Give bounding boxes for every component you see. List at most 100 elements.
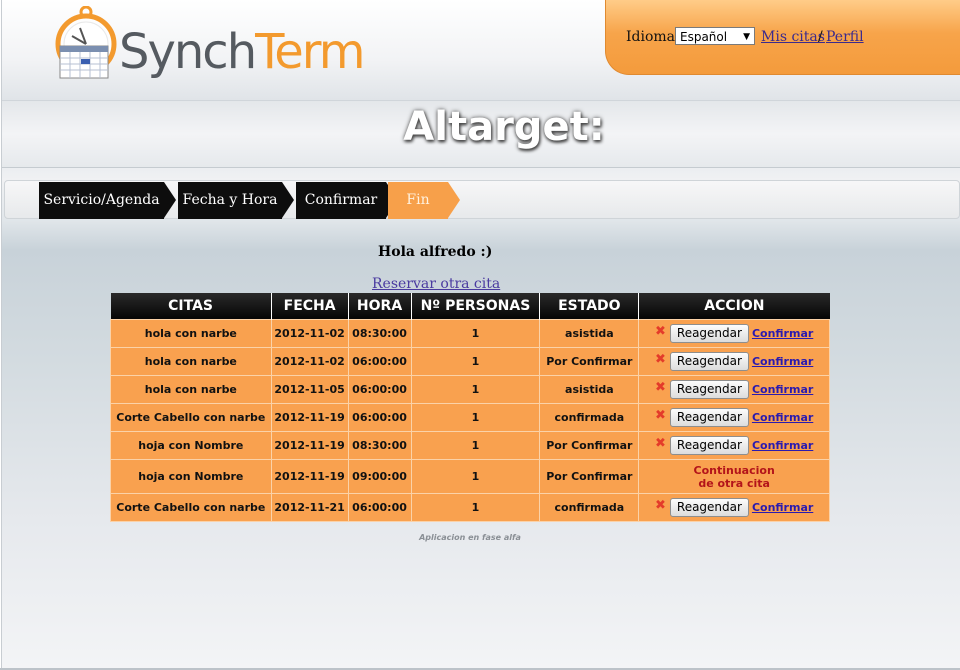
reagendar-button[interactable]: Reagendar bbox=[669, 498, 749, 517]
mis-citas-link[interactable]: Mis citas bbox=[761, 29, 825, 45]
cell-cita: Corte Cabello con narbe bbox=[110, 403, 272, 432]
confirmar-link[interactable]: Confirmar bbox=[752, 383, 813, 396]
language-select[interactable]: Español ▼ bbox=[675, 27, 755, 45]
cell-fecha: 2012-11-19 bbox=[270, 403, 349, 432]
step-label: Fecha y Hora bbox=[182, 192, 278, 208]
cell-cita: hola con narbe bbox=[110, 347, 272, 376]
cell-accion: ✖ Reagendar Confirmar bbox=[638, 375, 830, 404]
continuacion-line-2: de otra cita bbox=[698, 476, 770, 490]
cell-hora: 06:00:00 bbox=[347, 375, 412, 404]
footer-note: Aplicacion en fase alfa bbox=[419, 533, 521, 542]
page: SynchTerm Idioma: Español ▼ Mis citas / … bbox=[1, 0, 960, 668]
continuacion-line-1: Continuacion bbox=[693, 463, 775, 477]
column-header-hora: HORA bbox=[348, 293, 412, 320]
citas-table: CITAS FECHA HORA Nº PERSONAS ESTADO ACCI… bbox=[110, 293, 830, 522]
cell-personas: 1 bbox=[410, 347, 541, 376]
cell-estado: confirmada bbox=[539, 493, 640, 522]
table-row: hola con narbe 2012-11-02 08:30:00 1 asi… bbox=[110, 319, 830, 348]
cell-fecha: 2012-11-02 bbox=[270, 319, 349, 348]
cell-cita: Corte Cabello con narbe bbox=[110, 493, 272, 522]
column-header-estado: ESTADO bbox=[539, 293, 640, 320]
cell-cita: hola con narbe bbox=[110, 375, 272, 404]
cell-fecha: 2012-11-05 bbox=[270, 375, 349, 404]
reagendar-button[interactable]: Reagendar bbox=[669, 380, 749, 399]
step-confirmar: Confirmar bbox=[296, 182, 386, 219]
step-label: Fin bbox=[406, 192, 430, 208]
cell-fecha: 2012-11-02 bbox=[270, 347, 349, 376]
step-servicio-agenda: Servicio/Agenda bbox=[39, 182, 164, 219]
user-panel: Idioma: Español ▼ Mis citas / Perfil bbox=[605, 0, 960, 75]
stopwatch-calendar-icon bbox=[55, 6, 117, 79]
cell-fecha: 2012-11-19 bbox=[270, 431, 349, 460]
delete-x-icon[interactable]: ✖ bbox=[655, 436, 666, 451]
table-row: hoja con Nombre 2012-11-19 09:00:00 1 Po… bbox=[110, 459, 830, 494]
reagendar-button[interactable]: Reagendar bbox=[669, 436, 749, 455]
page-title: Altarget: bbox=[403, 104, 605, 150]
logo-text-synch: Synch bbox=[119, 24, 257, 80]
confirmar-link[interactable]: Confirmar bbox=[752, 327, 813, 340]
cell-accion: ✖ Reagendar Confirmar bbox=[638, 493, 830, 522]
table-row: Corte Cabello con narbe 2012-11-21 06:00… bbox=[110, 493, 830, 522]
step-arrow bbox=[282, 182, 294, 218]
cell-personas: 1 bbox=[410, 319, 541, 348]
cell-accion: Continuacion de otra cita bbox=[638, 459, 830, 494]
cell-estado: Por Confirmar bbox=[539, 431, 640, 460]
column-header-citas: CITAS bbox=[110, 293, 272, 320]
confirmar-link[interactable]: Confirmar bbox=[752, 501, 813, 514]
cell-personas: 1 bbox=[410, 459, 541, 494]
reagendar-button[interactable]: Reagendar bbox=[669, 408, 749, 427]
confirmar-link[interactable]: Confirmar bbox=[752, 439, 813, 452]
table-row: hola con narbe 2012-11-05 06:00:00 1 asi… bbox=[110, 375, 830, 404]
cell-cita: hola con narbe bbox=[110, 319, 272, 348]
column-header-accion: ACCION bbox=[638, 293, 830, 320]
perfil-link[interactable]: Perfil bbox=[826, 29, 864, 45]
delete-x-icon[interactable]: ✖ bbox=[655, 324, 666, 339]
cell-personas: 1 bbox=[410, 431, 541, 460]
nav-separator: / bbox=[818, 29, 823, 45]
cell-cita: hoja con Nombre bbox=[110, 459, 272, 494]
delete-x-icon[interactable]: ✖ bbox=[655, 352, 666, 367]
reservar-otra-cita-link[interactable]: Reservar otra cita bbox=[372, 276, 500, 292]
table-header-row: CITAS FECHA HORA Nº PERSONAS ESTADO ACCI… bbox=[110, 293, 830, 320]
cell-hora: 06:00:00 bbox=[347, 347, 412, 376]
cell-hora: 09:00:00 bbox=[347, 459, 412, 494]
cell-personas: 1 bbox=[410, 375, 541, 404]
cell-personas: 1 bbox=[410, 493, 541, 522]
delete-x-icon[interactable]: ✖ bbox=[655, 408, 666, 423]
column-header-fecha: FECHA bbox=[271, 293, 349, 320]
cell-estado: asistida bbox=[539, 319, 640, 348]
cell-fecha: 2012-11-21 bbox=[270, 493, 349, 522]
cell-estado: asistida bbox=[539, 375, 640, 404]
step-label: Servicio/Agenda bbox=[43, 192, 160, 208]
delete-x-icon[interactable]: ✖ bbox=[655, 498, 666, 513]
cell-estado: Por Confirmar bbox=[539, 347, 640, 376]
cell-personas: 1 bbox=[410, 403, 541, 432]
greeting: Hola alfredo :) bbox=[378, 244, 493, 260]
language-label: Idioma: bbox=[626, 29, 680, 45]
reagendar-button[interactable]: Reagendar bbox=[669, 352, 749, 371]
cell-accion: ✖ Reagendar Confirmar bbox=[638, 431, 830, 460]
cell-hora: 08:30:00 bbox=[347, 431, 412, 460]
step-label: Confirmar bbox=[304, 192, 378, 208]
cell-estado: Por Confirmar bbox=[539, 459, 640, 494]
cell-accion: ✖ Reagendar Confirmar bbox=[638, 403, 830, 432]
cell-cita: hoja con Nombre bbox=[110, 431, 272, 460]
language-select-value: Español bbox=[680, 30, 728, 44]
cell-hora: 06:00:00 bbox=[347, 403, 412, 432]
chevron-down-icon: ▼ bbox=[743, 32, 750, 42]
cell-estado: confirmada bbox=[539, 403, 640, 432]
cell-hora: 08:30:00 bbox=[347, 319, 412, 348]
logo-wordmark: SynchTerm bbox=[119, 24, 365, 80]
table-row: Corte Cabello con narbe 2012-11-19 06:00… bbox=[110, 403, 830, 432]
step-arrow bbox=[448, 182, 460, 218]
logo-text-term: Term bbox=[255, 24, 365, 80]
confirmar-link[interactable]: Confirmar bbox=[752, 411, 813, 424]
confirmar-link[interactable]: Confirmar bbox=[752, 355, 813, 368]
step-arrow bbox=[164, 182, 176, 218]
table-row: hola con narbe 2012-11-02 06:00:00 1 Por… bbox=[110, 347, 830, 376]
delete-x-icon[interactable]: ✖ bbox=[655, 380, 666, 395]
reagendar-button[interactable]: Reagendar bbox=[669, 324, 749, 343]
step-fin: Fin bbox=[388, 182, 448, 219]
column-header-personas: Nº PERSONAS bbox=[411, 293, 541, 320]
cell-hora: 06:00:00 bbox=[347, 493, 412, 522]
